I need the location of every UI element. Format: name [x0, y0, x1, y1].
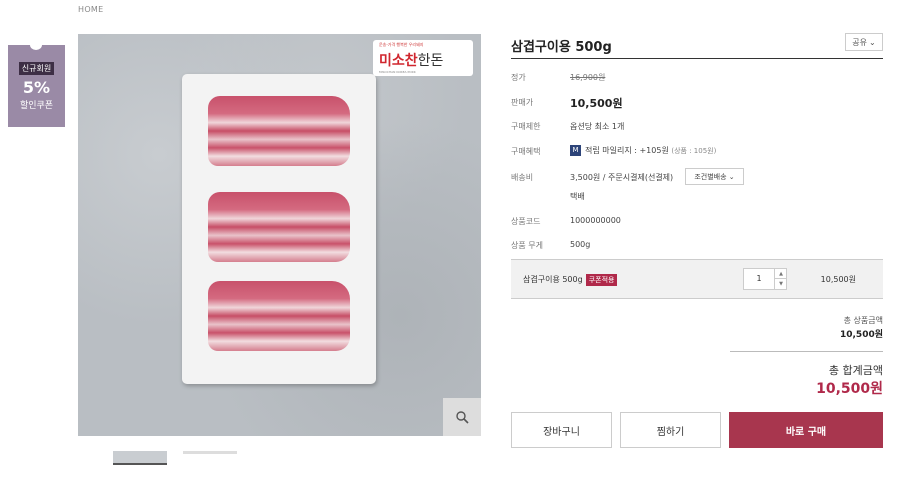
quantity-input[interactable]: 1 — [744, 269, 774, 289]
coupon-tag: 신규회원 — [18, 62, 55, 75]
sale-price-value: 10,500원 — [570, 97, 623, 110]
purchase-limit-label: 구매제한 — [511, 122, 541, 131]
wishlist-button[interactable]: 찜하기 — [620, 412, 721, 448]
benefit-label: 구매혜택 — [511, 147, 541, 156]
pork-slice-2 — [208, 192, 350, 262]
logo-sub: MISOCHAN KOREA PORK — [379, 70, 416, 74]
thumbnail-2[interactable] — [183, 451, 237, 454]
search-icon — [456, 411, 469, 424]
zoom-button[interactable] — [443, 398, 481, 436]
quantity-stepper[interactable]: 1 ▲ ▼ — [743, 268, 787, 290]
quantity-up-icon[interactable]: ▲ — [774, 269, 787, 279]
product-code-label: 상품코드 — [511, 217, 541, 226]
subtotal-value: 10,500원 — [839, 330, 883, 340]
coupon-badge: 쿠폰적용 — [585, 274, 618, 286]
purchase-limit-value: 옵션당 최소 1개 — [570, 122, 625, 131]
divider — [511, 58, 883, 59]
product-code-value: 1000000000 — [570, 216, 621, 225]
add-to-cart-button[interactable]: 장바구니 — [511, 412, 612, 448]
coupon-notch — [30, 40, 42, 50]
brand-logo: 운송-가격 행복한 우리돼지 미소찬한돈 MISOCHAN KOREA PORK — [373, 40, 473, 76]
option-name: 삼겹구이용 500g 쿠폰적용 — [523, 274, 618, 286]
coupon-text: 할인쿠폰 — [19, 101, 54, 111]
product-image[interactable]: 운송-가격 행복한 우리돼지 미소찬한돈 MISOCHAN KOREA PORK — [78, 34, 481, 436]
list-price-value: 16,900원 — [570, 73, 606, 82]
shipping-option-select[interactable]: 조건별배송 ⌄ — [685, 168, 744, 185]
product-title: 삼겹구이용 500g — [511, 40, 612, 55]
selected-option-row: 삼겹구이용 500g 쿠폰적용 1 ▲ ▼ 10,500원 — [511, 259, 883, 299]
logo-tagline: 운송-가격 행복한 우리돼지 — [379, 42, 424, 47]
signup-coupon-banner[interactable]: 신규회원 5% 할인쿠폰 — [8, 40, 65, 127]
option-price: 10,500원 — [820, 275, 856, 284]
coupon-percent: 5% — [22, 78, 51, 97]
shipping-value: 3,500원 / 주문시결제(선결제) — [570, 173, 674, 182]
breadcrumb[interactable]: HOME — [78, 5, 103, 14]
subtotal-label: 총 상품금액 — [843, 316, 883, 325]
benefit-value: M 적립 마일리지 : +105원 (상품 : 105원) — [570, 145, 716, 156]
total-label: 총 합계금액 — [828, 364, 883, 377]
chevron-down-icon: ⌄ — [728, 172, 735, 181]
mileage-icon: M — [570, 145, 581, 156]
serving-board — [182, 74, 376, 384]
sale-price-label: 판매가 — [511, 98, 534, 107]
buy-now-button[interactable]: 바로 구매 — [729, 412, 883, 448]
share-button[interactable]: 공유 ⌄ — [845, 33, 883, 51]
shipping-method: 택배 — [570, 192, 585, 201]
divider — [730, 351, 883, 352]
pork-slice-3 — [208, 281, 350, 351]
thumbnail-1[interactable] — [113, 451, 167, 465]
weight-label: 상품 무게 — [511, 241, 543, 250]
chevron-down-icon: ⌄ — [869, 37, 876, 47]
logo-name: 미소찬한돈 — [379, 53, 444, 69]
pork-slice-1 — [208, 96, 350, 166]
list-price-label: 정가 — [511, 73, 526, 82]
weight-value: 500g — [570, 240, 591, 249]
shipping-label: 배송비 — [511, 173, 534, 182]
quantity-down-icon[interactable]: ▼ — [774, 279, 787, 289]
total-value: 10,500원 — [816, 381, 883, 397]
